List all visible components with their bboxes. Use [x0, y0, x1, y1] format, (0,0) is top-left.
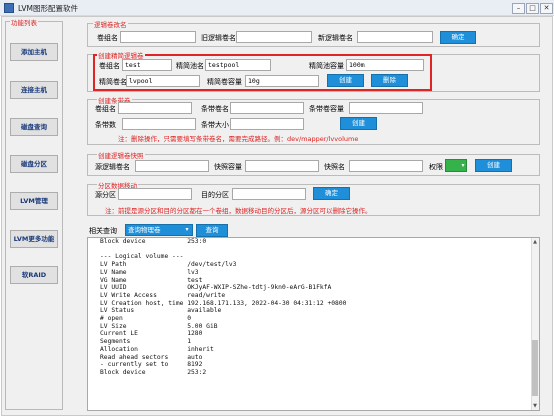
- thin-lv-input[interactable]: lvpool: [126, 75, 200, 87]
- scroll-down-icon[interactable]: ▼: [531, 402, 539, 410]
- stripe-size-label: 条带大小: [201, 121, 229, 129]
- rename-old-input[interactable]: [236, 31, 312, 43]
- sidebar-title: 功能列表: [10, 17, 38, 27]
- rename-lv-title: 逻辑卷改名: [93, 19, 128, 29]
- snapshot-title: 创建逻辑卷快照: [97, 150, 145, 160]
- striped-vg-input[interactable]: [118, 102, 192, 114]
- lvm-more-button[interactable]: LVM更多功能: [10, 230, 58, 248]
- app-icon: [4, 3, 14, 13]
- stripe-count-label: 条带数: [95, 121, 116, 129]
- thin-lv-size-input[interactable]: 10g: [245, 75, 319, 87]
- snapshot-source-input[interactable]: [135, 160, 209, 172]
- rename-vg-label: 卷组名: [97, 34, 118, 42]
- disk-partition-button[interactable]: 磁盘分区: [10, 155, 58, 173]
- thin-pool-input[interactable]: testpool: [205, 59, 271, 71]
- striped-size-input[interactable]: [349, 102, 423, 114]
- thin-pool-label: 精简池名: [176, 62, 204, 70]
- sidebar-group: [5, 21, 63, 410]
- migrate-note: 注：前提是源分区和目的分区都在一个卷组，数据移动目的分区后，源分区可以删除它操作…: [105, 207, 372, 215]
- rename-new-label: 新逻辑卷名: [318, 34, 353, 42]
- rename-vg-input[interactable]: [120, 31, 196, 43]
- thin-create-button[interactable]: 创建: [327, 74, 364, 87]
- migrate-target-input[interactable]: [232, 188, 306, 200]
- thin-vg-input[interactable]: test: [122, 59, 172, 71]
- thin-lv-size-label: 精简卷容量: [207, 78, 242, 86]
- stripe-size-input[interactable]: [230, 118, 304, 130]
- query-button[interactable]: 查询: [196, 224, 228, 237]
- striped-name-input[interactable]: [230, 102, 304, 114]
- rename-new-input[interactable]: [357, 31, 433, 43]
- thin-pool-size-label: 精简池容量: [309, 62, 344, 70]
- thin-pool-size-input[interactable]: 100m: [346, 59, 424, 71]
- lvm-manage-button[interactable]: LVM管理: [10, 192, 58, 210]
- close-button[interactable]: ✕: [540, 3, 553, 14]
- migrate-confirm-button[interactable]: 确定: [313, 187, 350, 200]
- migrate-source-label: 源分区: [95, 191, 116, 199]
- window-title: LVM图形配置软件: [18, 4, 78, 13]
- scroll-thumb[interactable]: [532, 340, 538, 396]
- striped-note: 注：删除操作，只需要填写条带卷名，需要完成路径。例：dev/mapper/lvv…: [118, 135, 359, 143]
- thin-lv-label: 精简卷名: [99, 78, 127, 86]
- chevron-down-icon: ▾: [185, 226, 189, 233]
- striped-create-button[interactable]: 创建: [340, 117, 377, 130]
- striped-vg-label: 卷组名: [95, 105, 116, 113]
- maximize-button[interactable]: □: [526, 3, 539, 14]
- striped-size-label: 条带卷容量: [309, 105, 344, 113]
- title-bar: [0, 0, 554, 16]
- disk-query-button[interactable]: 磁盘查询: [10, 118, 58, 136]
- scroll-up-icon[interactable]: ▲: [531, 238, 539, 246]
- thin-delete-button[interactable]: 删除: [371, 74, 408, 87]
- permission-label: 权限: [429, 163, 443, 171]
- minimize-button[interactable]: –: [512, 3, 525, 14]
- snapshot-source-label: 源逻辑卷名: [95, 163, 130, 171]
- soft-raid-button[interactable]: 软RAID: [10, 266, 58, 284]
- output-text: Block device 253:0 --- Logical volume --…: [100, 238, 347, 376]
- query-label: 相关查询: [89, 227, 117, 235]
- migrate-source-input[interactable]: [118, 188, 192, 200]
- rename-old-label: 旧逻辑卷名: [201, 34, 236, 42]
- thin-vg-label: 卷组名: [99, 62, 120, 70]
- snapshot-capacity-label: 快照容量: [214, 163, 242, 171]
- migrate-target-label: 目的分区: [201, 191, 229, 199]
- stripe-count-input[interactable]: [122, 118, 196, 130]
- snapshot-capacity-input[interactable]: [245, 160, 319, 172]
- add-host-button[interactable]: 添加主机: [10, 43, 58, 61]
- striped-name-label: 条带卷名: [201, 105, 229, 113]
- rename-confirm-button[interactable]: 确定: [440, 31, 476, 44]
- permission-select-chevron-icon: ▾: [461, 162, 465, 169]
- snapshot-name-input[interactable]: [349, 160, 423, 172]
- snapshot-name-label: 快照名: [324, 163, 345, 171]
- connect-host-button[interactable]: 连接主机: [10, 81, 58, 99]
- snapshot-create-button[interactable]: 创建: [475, 159, 512, 172]
